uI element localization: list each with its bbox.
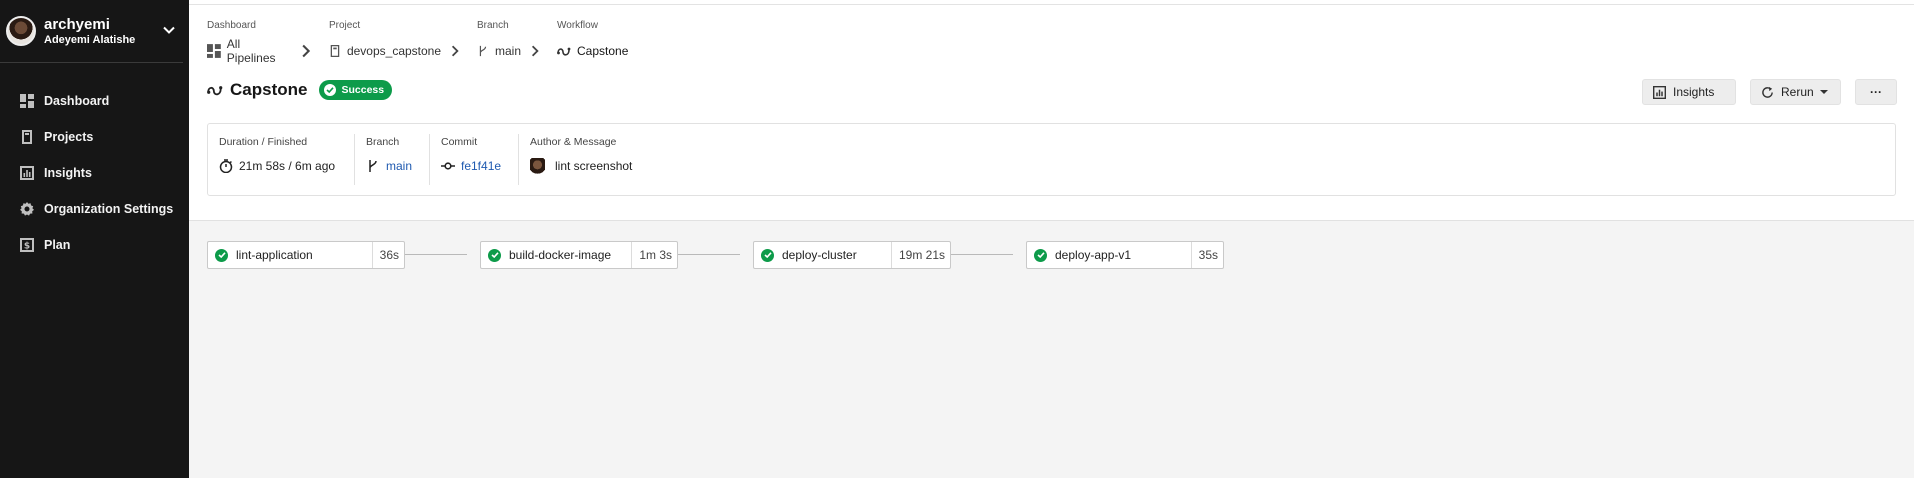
success-check-icon <box>215 248 228 262</box>
sidebar-item-label: Plan <box>44 238 71 252</box>
job-name: deploy-app-v1 <box>1055 248 1132 262</box>
crumb-label: Branch <box>477 20 509 31</box>
insights-icon <box>1653 85 1666 99</box>
insights-icon <box>20 166 34 180</box>
sidebar-item-dashboard[interactable]: Dashboard <box>0 83 189 119</box>
insights-button-label: Insights <box>1673 85 1715 99</box>
success-check-icon <box>488 248 501 262</box>
job-duration: 1m 3s <box>631 242 677 268</box>
sidebar: archyemi Adeyemi Alatishe Dashboard Proj… <box>0 0 189 478</box>
job-connector <box>950 254 1013 255</box>
more-options-button[interactable]: ··· <box>1855 79 1897 105</box>
workflow-graph: lint-application 36s build-docker-image … <box>189 220 1914 478</box>
gear-icon <box>20 202 34 216</box>
check-icon <box>324 84 337 96</box>
author-label: Author & Message <box>530 136 617 148</box>
success-check-icon <box>1034 248 1047 262</box>
job-name: build-docker-image <box>509 248 612 262</box>
chevron-right-icon <box>302 44 311 58</box>
crumb-branch[interactable]: Branch main <box>477 20 547 59</box>
crumb-value[interactable]: All Pipelines <box>227 37 291 65</box>
projects-icon <box>22 130 32 144</box>
dashboard-icon <box>20 94 34 108</box>
commit-message: lint screenshot <box>555 159 633 173</box>
pipeline-info-panel: Duration / Finished 21m 58s / 6m ago Bra… <box>207 123 1896 196</box>
org-name: archyemi <box>44 15 110 33</box>
crumb-dashboard[interactable]: Dashboard All Pipelines <box>207 20 319 65</box>
plan-icon: $ <box>20 238 34 252</box>
chevron-down-icon[interactable] <box>161 22 177 38</box>
more-icon: ··· <box>1870 85 1882 99</box>
job-connector <box>677 254 740 255</box>
dashboard-icon <box>207 44 221 58</box>
crumb-label: Workflow <box>557 20 598 31</box>
crumb-value[interactable]: Capstone <box>577 44 628 58</box>
commit-label: Commit <box>441 136 478 148</box>
sidebar-item-label: Insights <box>44 166 92 180</box>
workflow-header: Capstone Success <box>207 80 393 100</box>
svg-text:$: $ <box>24 242 30 252</box>
sidebar-item-projects[interactable]: Projects <box>0 119 189 155</box>
breadcrumb: Dashboard All Pipelines Project devops_c… <box>207 20 638 65</box>
crumb-label: Project <box>329 20 361 31</box>
refresh-icon <box>1762 86 1773 98</box>
crumb-workflow[interactable]: Workflow Capstone <box>557 20 628 59</box>
status-badge: Success <box>319 80 393 100</box>
branch-icon <box>369 160 377 172</box>
org-switcher[interactable]: archyemi Adeyemi Alatishe <box>0 0 183 63</box>
status-text: Success <box>341 84 385 96</box>
branch-link[interactable]: main <box>386 159 412 173</box>
caret-down-icon <box>1819 90 1828 94</box>
crumb-value[interactable]: devops_capstone <box>347 44 441 58</box>
commit-icon <box>441 162 455 170</box>
sidebar-item-plan[interactable]: $ Plan <box>0 227 189 263</box>
chevron-right-icon <box>531 45 539 57</box>
commit-link[interactable]: fe1f41e <box>461 159 501 173</box>
job-duration: 36s <box>371 242 404 268</box>
job-lint-application[interactable]: lint-application 36s <box>207 241 405 269</box>
job-name: lint-application <box>236 248 313 262</box>
branch-label: Branch <box>366 136 400 148</box>
duration-label: Duration / Finished <box>219 136 308 148</box>
branch-icon <box>479 45 487 57</box>
sidebar-item-label: Projects <box>44 130 94 144</box>
avatar <box>6 16 36 46</box>
job-deploy-app-v1[interactable]: deploy-app-v1 35s <box>1026 241 1224 269</box>
duration-value: 21m 58s / 6m ago <box>239 159 336 173</box>
sidebar-item-label: Organization Settings <box>44 202 174 216</box>
job-duration: 19m 21s <box>890 242 950 268</box>
sidebar-item-label: Dashboard <box>44 94 110 108</box>
chevron-right-icon <box>451 45 459 57</box>
workflow-icon <box>207 86 223 96</box>
rerun-button-label: Rerun <box>1781 85 1814 99</box>
sidebar-item-organization-settings[interactable]: Organization Settings <box>0 191 189 227</box>
author-avatar <box>530 157 545 175</box>
rerun-button[interactable]: Rerun <box>1750 79 1841 105</box>
page-title: Capstone <box>230 80 308 99</box>
main-content: Dashboard All Pipelines Project devops_c… <box>189 0 1914 478</box>
org-user: Adeyemi Alatishe <box>44 33 136 46</box>
job-build-docker-image[interactable]: build-docker-image 1m 3s <box>480 241 678 269</box>
job-name: deploy-cluster <box>782 248 857 262</box>
job-duration: 35s <box>1190 242 1223 268</box>
crumb-label: Dashboard <box>207 20 256 31</box>
workflow-icon <box>557 47 571 56</box>
insights-button[interactable]: Insights <box>1642 79 1736 105</box>
job-connector <box>404 254 467 255</box>
crumb-project[interactable]: Project devops_capstone <box>329 20 467 59</box>
success-check-icon <box>761 248 774 262</box>
sidebar-item-insights[interactable]: Insights <box>0 155 189 191</box>
job-deploy-cluster[interactable]: deploy-cluster 19m 21s <box>753 241 951 269</box>
crumb-value[interactable]: main <box>495 44 521 58</box>
stopwatch-icon <box>219 159 233 173</box>
sidebar-nav: Dashboard Projects Insights Organization… <box>0 83 189 263</box>
header-actions: Insights Rerun ··· <box>1628 79 1897 105</box>
project-icon <box>330 45 340 57</box>
